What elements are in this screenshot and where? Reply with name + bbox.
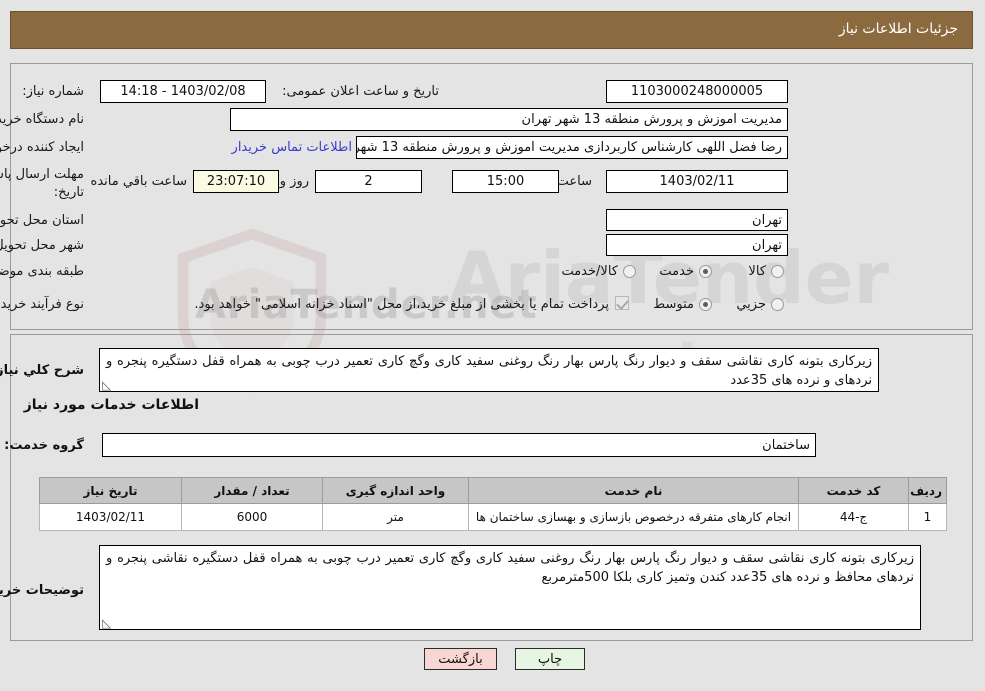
subject-category-label: طبقه بندی موضوعی: (0, 264, 85, 279)
radio-process-jozei-label: جزیي (737, 297, 767, 312)
table-header-row: ردیف کد خدمت نام خدمت واحد اندازه گیری ت… (40, 477, 948, 504)
delivery-city-label: شهر محل تحویل: (0, 238, 85, 253)
cell-row-number: 1 (909, 503, 948, 531)
buyer-contact-link[interactable]: اطلاعات تماس خریدار (233, 140, 353, 155)
countdown-label: ساعت باقي مانده (91, 174, 188, 189)
buyer-notes-textarea[interactable]: زیرکاری بتونه کاری نقاشی سقف و دیوار رنگ… (100, 545, 922, 630)
radio-process-jozei[interactable] (772, 298, 785, 311)
back-button[interactable]: بازگشت (425, 648, 498, 670)
cell-quantity: 6000 (182, 503, 324, 531)
col-measure-unit: واحد اندازه گیری (323, 477, 470, 504)
deadline-label-line1: مهلت ارسال پاسخ: تا (0, 167, 85, 182)
remaining-days-value: 2 (316, 170, 423, 193)
radio-category-khedmat-label: خدمت (660, 264, 695, 279)
radio-category-kala-khedmat[interactable] (624, 265, 637, 278)
service-group-value: ساختمان (103, 433, 817, 457)
service-group-label: گروه خدمت: (5, 438, 85, 453)
resize-grip-icon-notes[interactable]: ◺ (103, 617, 115, 629)
radio-process-motavaset[interactable] (700, 298, 713, 311)
buyer-org-label: نام دستگاه خریدار: (0, 112, 85, 127)
deadline-date-value: 1403/02/11 (607, 170, 789, 193)
remaining-days-label: روز و (280, 174, 310, 189)
resize-grip-icon[interactable]: ◺ (103, 379, 115, 391)
delivery-province-label: استان محل تحویل: (0, 213, 85, 228)
cell-measure-unit: متر (323, 503, 470, 531)
purchase-process-label: نوع فرآیند خرید : (0, 297, 85, 312)
buyer-notes-label: توضیحات خریدار: (0, 583, 85, 598)
col-row-number: ردیف (909, 477, 948, 504)
general-summary-label: شرح کلي نیاز: (0, 363, 85, 378)
col-service-name: نام خدمت (469, 477, 800, 504)
table-row: 1 ج-44 انجام کارهای متفرقه درخصوص بازساز… (40, 503, 948, 531)
need-info-panel (11, 63, 974, 330)
delivery-city-value: تهران (607, 234, 789, 256)
need-number-value: 1103000248000005 (607, 80, 789, 103)
buyer-notes-value: زیرکاری بتونه کاری نقاشی سقف و دیوار رنگ… (107, 551, 915, 585)
col-service-code: کد خدمت (799, 477, 910, 504)
radio-category-kala-label: کالا (749, 264, 767, 279)
announce-datetime-label: تاریخ و ساعت اعلان عمومی: (283, 84, 440, 99)
countdown-value: 23:07:10 (194, 170, 280, 193)
cell-service-code: ج-44 (799, 503, 910, 531)
general-summary-textarea[interactable]: زیرکاری بتونه کاری نقاشی سقف و دیوار رنگ… (100, 348, 880, 392)
deadline-label-line2: تاریخ: (54, 185, 85, 200)
request-creator-value: رضا فضل اللهی کارشناس کاربردازی مدیریت ا… (357, 136, 789, 159)
treasury-note-label: پرداخت تمام یا بخشی از مبلغ خرید،از محل … (195, 297, 610, 312)
general-summary-value: زیرکاری بتونه کاری نقاشی سقف و دیوار رنگ… (107, 354, 873, 388)
services-table: ردیف کد خدمت نام خدمت واحد اندازه گیری ت… (40, 477, 948, 531)
deadline-hour-label: ساعت (557, 174, 593, 189)
services-section-heading: اطلاعات خدمات مورد نیاز (24, 397, 200, 413)
deadline-hour-value: 15:00 (453, 170, 560, 193)
buyer-org-value: مدیریت اموزش و پرورش منطقه 13 شهر تهران (231, 108, 789, 131)
print-button[interactable]: چاپ (516, 648, 586, 670)
announce-datetime-value: 1403/02/08 - 14:18 (101, 80, 267, 103)
radio-process-motavaset-label: متوسط (654, 297, 695, 312)
radio-category-kala-khedmat-label: کالا/خدمت (562, 264, 619, 279)
delivery-province-value: تهران (607, 209, 789, 231)
radio-category-khedmat[interactable] (700, 265, 713, 278)
col-quantity: تعداد / مقدار (182, 477, 324, 504)
need-number-label: شماره نیاز: (23, 84, 85, 99)
page-header: جزئیات اطلاعات نیاز (11, 11, 974, 49)
cell-service-name: انجام کارهای متفرقه درخصوص بازسازی و بهس… (469, 503, 800, 531)
radio-category-kala[interactable] (772, 265, 785, 278)
treasury-docs-checkbox[interactable] (616, 296, 630, 310)
request-creator-label: ایجاد کننده درخواست: (0, 140, 85, 155)
page-title: جزئیات اطلاعات نیاز (839, 21, 959, 37)
cell-need-date: 1403/02/11 (40, 503, 183, 531)
col-need-date: تاریخ نیاز (40, 477, 183, 504)
